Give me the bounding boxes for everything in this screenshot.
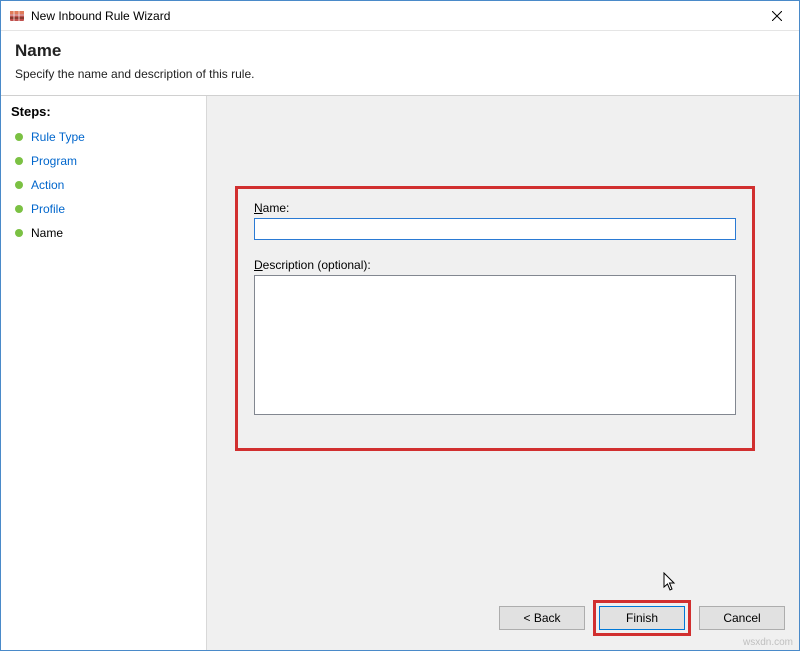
description-label: Description (optional): [254, 258, 736, 272]
page-subtitle: Specify the name and description of this… [15, 67, 785, 81]
step-action[interactable]: Action [11, 173, 196, 197]
steps-heading: Steps: [11, 104, 196, 119]
finish-button[interactable]: Finish [599, 606, 685, 630]
page-header: Name Specify the name and description of… [1, 31, 799, 96]
step-rule-type[interactable]: Rule Type [11, 125, 196, 149]
finish-highlight: Finish [593, 600, 691, 636]
description-input[interactable] [254, 275, 736, 415]
wizard-buttons: < Back Finish Cancel [499, 600, 785, 636]
name-label: Name: [254, 201, 736, 215]
step-profile[interactable]: Profile [11, 197, 196, 221]
cancel-button[interactable]: Cancel [699, 606, 785, 630]
bullet-icon [15, 157, 23, 165]
close-icon [772, 11, 782, 21]
step-name[interactable]: Name [11, 221, 196, 245]
body: Steps: Rule Type Program Action Profile … [1, 96, 799, 650]
wizard-window: New Inbound Rule Wizard Name Specify the… [0, 0, 800, 651]
step-label: Name [31, 226, 63, 240]
close-button[interactable] [754, 1, 799, 30]
step-label: Rule Type [31, 130, 85, 144]
titlebar: New Inbound Rule Wizard [1, 1, 799, 31]
main-panel: Name: Description (optional): < Back Fin… [206, 96, 799, 650]
page-title: Name [15, 41, 785, 61]
bullet-icon [15, 133, 23, 141]
form-area: Name: Description (optional): [235, 186, 755, 451]
bullet-icon [15, 205, 23, 213]
step-label: Profile [31, 202, 65, 216]
cursor-icon [663, 572, 679, 592]
bullet-icon [15, 181, 23, 189]
back-button[interactable]: < Back [499, 606, 585, 630]
steps-sidebar: Steps: Rule Type Program Action Profile … [1, 96, 206, 650]
step-program[interactable]: Program [11, 149, 196, 173]
window-title: New Inbound Rule Wizard [31, 9, 754, 23]
bullet-icon [15, 229, 23, 237]
name-input[interactable] [254, 218, 736, 240]
step-label: Action [31, 178, 64, 192]
firewall-icon [9, 8, 25, 24]
step-label: Program [31, 154, 77, 168]
